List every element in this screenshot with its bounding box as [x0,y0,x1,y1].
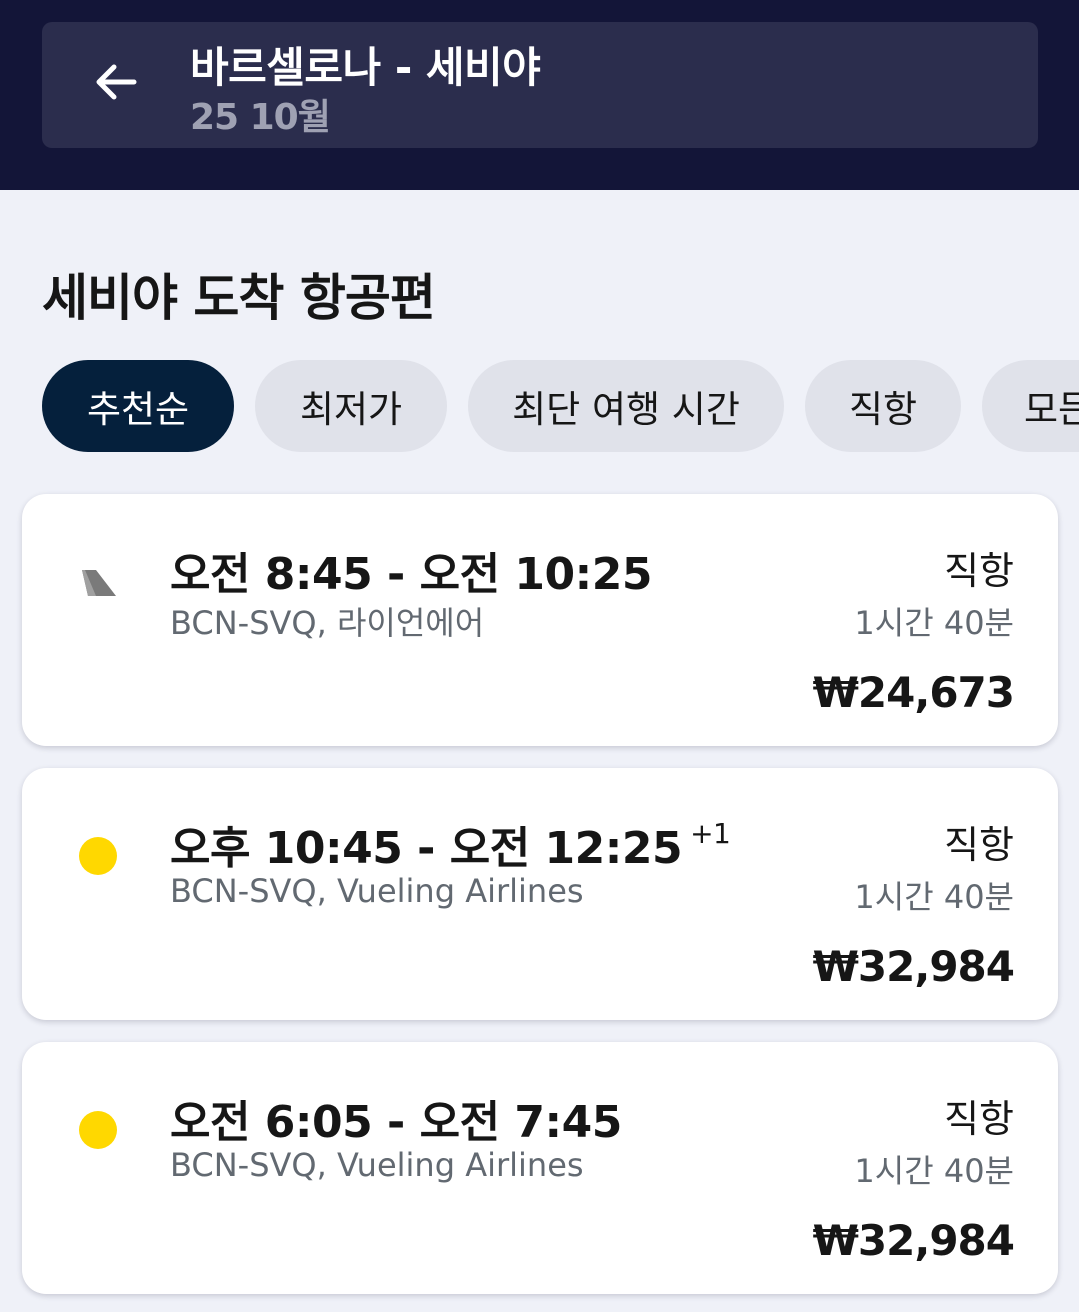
arrow-left-icon [92,58,140,110]
flight-price: ₩32,984 [812,1216,1015,1265]
sort-filter-bar: 추천순 최저가 최단 여행 시간 직항 모든 [42,360,1079,452]
vueling-dot-logo-icon [74,832,122,880]
flight-times: 오후 10:45 - 오전 12:25 +1 [170,817,731,874]
sort-chip-fastest[interactable]: 최단 여행 시간 [468,360,784,452]
page-title: 세비야 도착 항공편 [42,269,436,327]
route-airline: BCN-SVQ, 라이언에어 [170,604,485,642]
sort-chip-recommended[interactable]: 추천순 [42,360,234,452]
route-title: 바르셀로나 - 세비야 [190,43,541,92]
flight-card[interactable]: 오전 6:05 - 오전 7:45 BCN-SVQ, Vueling Airli… [22,1042,1058,1294]
stops-label: 직항 [944,823,1014,867]
flight-times: 오전 8:45 - 오전 10:25 [170,549,652,600]
ryanair-tail-logo-icon [74,560,122,608]
filter-chip-all[interactable]: 모든 [982,360,1079,452]
filter-chip-direct[interactable]: 직항 [805,360,961,452]
route-airline: BCN-SVQ, Vueling Airlines [170,1146,584,1184]
sort-chip-cheapest[interactable]: 최저가 [255,360,447,452]
travel-date: 25 10월 [190,97,331,138]
stops-label: 직항 [944,1097,1014,1141]
next-day-indicator: +1 [690,817,731,851]
flight-card[interactable]: 오후 10:45 - 오전 12:25 +1 BCN-SVQ, Vueling A… [22,768,1058,1020]
flight-duration: 1시간 40분 [854,878,1014,916]
top-bar: 바르셀로나 - 세비야 25 10월 [0,0,1079,190]
flight-price: ₩32,984 [812,942,1015,991]
flight-duration: 1시간 40분 [854,604,1014,642]
back-button[interactable] [84,48,148,120]
flight-card[interactable]: 오전 8:45 - 오전 10:25 BCN-SVQ, 라이언에어 직항 1시간… [22,494,1058,746]
flight-price: ₩24,673 [812,668,1015,717]
flight-duration: 1시간 40분 [854,1152,1014,1190]
route-airline: BCN-SVQ, Vueling Airlines [170,872,584,910]
flight-times: 오전 6:05 - 오전 7:45 [170,1097,622,1148]
vueling-dot-logo-icon [74,1106,122,1154]
stops-label: 직항 [944,549,1014,593]
